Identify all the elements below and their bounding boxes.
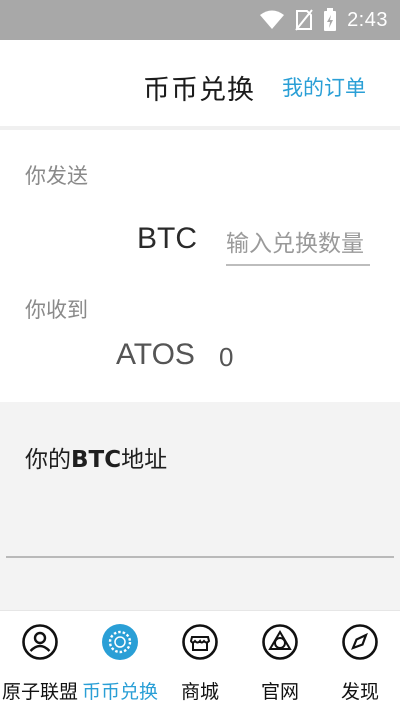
tab-coin-exchange[interactable]: 币币兑换 (80, 611, 160, 711)
tab-label: 商城 (180, 681, 219, 703)
tab-label: 官网 (260, 681, 299, 703)
address-label-currency: BTC (71, 447, 122, 473)
send-currency[interactable]: BTC (137, 222, 197, 256)
my-orders-link[interactable]: 我的订单 (282, 72, 366, 102)
shop-icon (182, 624, 218, 660)
battery-icon (324, 8, 337, 31)
tab-label: 发现 (340, 681, 379, 703)
tab-atom-alliance[interactable]: 原子联盟 (0, 611, 80, 711)
amount-input[interactable] (226, 224, 370, 266)
status-bar: 2:43 (0, 0, 400, 40)
address-label: 你的BTC地址 (25, 440, 167, 474)
address-label-prefix: 你的 (25, 447, 71, 473)
no-sim-icon (295, 9, 313, 31)
header: 币币兑换 我的订单 (0, 40, 400, 126)
tab-shop[interactable]: 商城 (160, 611, 240, 711)
compass-icon (342, 624, 378, 660)
receive-label: 你收到 (25, 298, 88, 322)
website-icon (262, 624, 298, 660)
address-section: 你的BTC地址 (0, 402, 400, 610)
receive-amount: 0 (219, 342, 234, 372)
tab-label: 币币兑换 (81, 681, 158, 703)
address-label-suffix: 地址 (121, 447, 168, 473)
header-divider (0, 126, 400, 130)
send-label: 你发送 (25, 164, 88, 188)
clock: 2:43 (347, 8, 388, 31)
bottom-tab-bar: 原子联盟 币币兑换 商城 官网 发现 (0, 610, 400, 711)
user-icon (22, 624, 58, 660)
tab-label: 原子联盟 (1, 681, 78, 703)
receive-currency: ATOS (116, 338, 195, 371)
page-title: 币币兑换 (143, 75, 255, 106)
tab-website[interactable]: 官网 (240, 611, 320, 711)
wifi-icon (260, 10, 285, 29)
exchange-icon (102, 624, 138, 660)
tab-discover[interactable]: 发现 (320, 611, 400, 711)
address-input-underline[interactable] (6, 556, 394, 558)
